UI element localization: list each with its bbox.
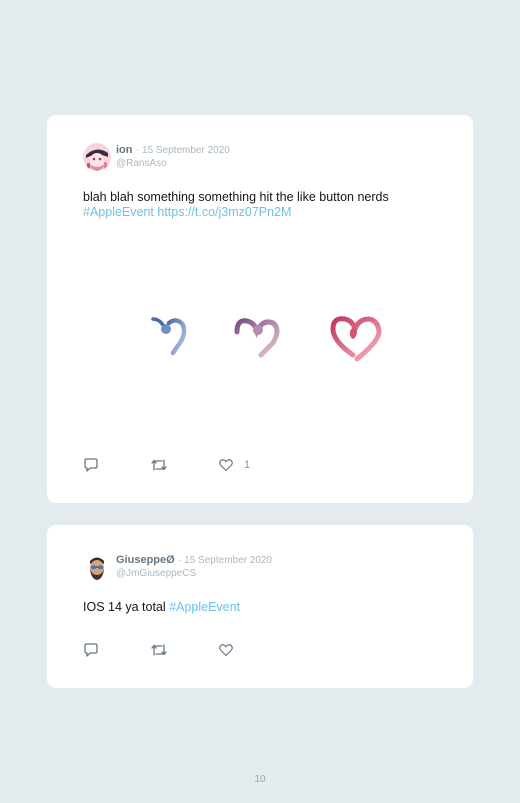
- retweet-button[interactable]: [150, 642, 168, 658]
- retweet-icon: [151, 459, 167, 471]
- tweet-date[interactable]: 15 September 2020: [142, 145, 230, 156]
- tweet-text-line: IOS 14 ya total: [83, 600, 166, 614]
- tweet-card: ion · 15 September 2020 @RansAso blah bl…: [47, 115, 473, 503]
- retweet-button[interactable]: [150, 457, 168, 473]
- hashtag-link[interactable]: #AppleEvent: [83, 205, 154, 219]
- reply-icon: [84, 643, 98, 657]
- reply-button[interactable]: [83, 642, 99, 658]
- memoji-avatar-icon[interactable]: [83, 553, 111, 581]
- reply-button[interactable]: [83, 457, 99, 473]
- like-count: 1: [244, 459, 251, 471]
- like-button[interactable]: 1: [218, 457, 250, 473]
- tweet-text-line: blah blah something something hit the li…: [83, 190, 389, 204]
- page-number: 10: [254, 774, 266, 785]
- hashtag-link[interactable]: #AppleEvent: [169, 600, 240, 614]
- reply-icon: [84, 458, 98, 472]
- anime-avatar-icon[interactable]: [83, 143, 111, 171]
- user-name[interactable]: ion: [116, 144, 133, 156]
- user-handle[interactable]: @RansAso: [116, 158, 230, 170]
- user-name[interactable]: GiuseppeØ: [116, 554, 175, 566]
- tweet-actions: [83, 642, 283, 658]
- heart-icon: [219, 459, 233, 472]
- tweet-actions: 1: [83, 457, 283, 473]
- tweet-date[interactable]: 15 September 2020: [184, 555, 272, 566]
- tweet-text: IOS 14 ya total #AppleEvent: [83, 600, 443, 615]
- separator-dot: ·: [177, 555, 182, 566]
- tweet-meta: ion · 15 September 2020 @RansAso: [116, 144, 230, 170]
- tweet-text: blah blah something something hit the li…: [83, 190, 443, 220]
- tweet-card: GiuseppeØ · 15 September 2020 @JmGiusepp…: [47, 525, 473, 688]
- tweet-meta: GiuseppeØ · 15 September 2020 @JmGiusepp…: [116, 554, 272, 580]
- retweet-icon: [151, 644, 167, 656]
- user-handle[interactable]: @JmGiuseppeCS: [116, 568, 272, 580]
- heart-animation-icon: [147, 315, 387, 365]
- like-button[interactable]: [218, 642, 234, 658]
- url-link[interactable]: https://t.co/j3mz07Pn2M: [157, 205, 291, 219]
- separator-dot: ·: [135, 145, 139, 156]
- heart-icon: [219, 644, 233, 657]
